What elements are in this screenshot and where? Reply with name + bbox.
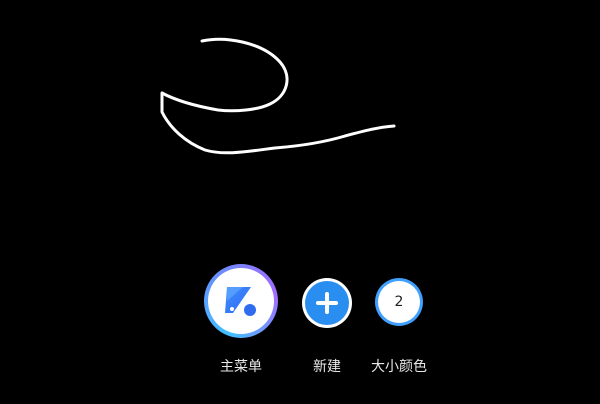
drawing-canvas[interactable]: 主菜单 新建 2 大小颜色 (0, 0, 600, 404)
size-value: 2 (378, 281, 420, 323)
new-button[interactable] (302, 278, 352, 328)
new-label: 新建 (313, 359, 341, 375)
size-color-button[interactable]: 2 (375, 278, 423, 326)
app-logo-icon (225, 287, 256, 316)
freehand-stroke (160, 37, 396, 155)
main-menu-label: 主菜单 (220, 359, 262, 375)
size-color-label: 大小颜色 (371, 359, 427, 375)
plus-icon (316, 292, 338, 314)
main-menu-button[interactable] (204, 264, 278, 338)
